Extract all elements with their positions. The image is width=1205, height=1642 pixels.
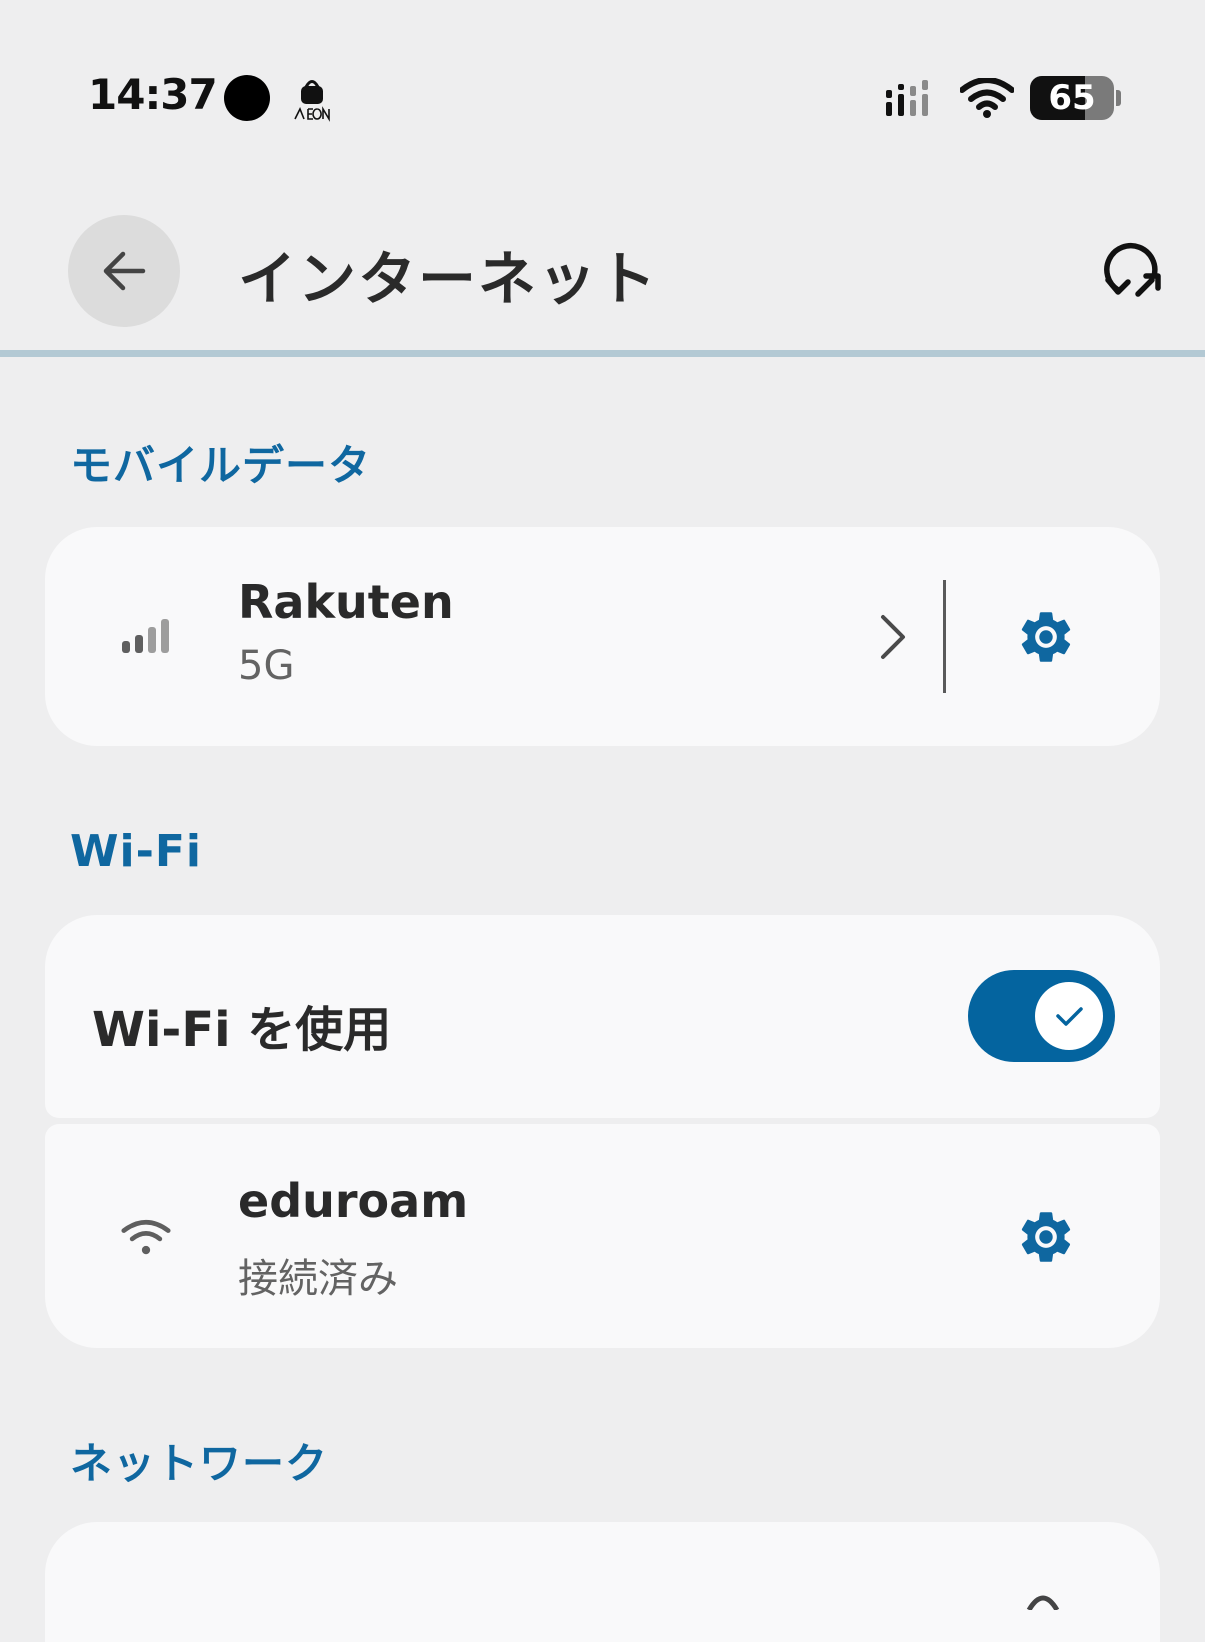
arrow-left-icon — [103, 251, 146, 291]
dual-sim-signal-icon — [886, 80, 928, 116]
network-type: 5G — [238, 643, 295, 689]
network-card[interactable] — [45, 1522, 1160, 1642]
wifi-icon — [960, 78, 1014, 118]
wifi-network-name: eduroam — [238, 1174, 469, 1228]
gear-icon[interactable] — [1015, 606, 1077, 668]
toggle-knob — [1035, 982, 1103, 1050]
wifi-toggle-card[interactable]: Wi-Fi を使用 — [45, 915, 1160, 1118]
wifi-network-card[interactable]: eduroam 接続済み — [45, 1124, 1160, 1348]
aeon-app-icon — [294, 80, 330, 122]
signal-bars-icon — [122, 619, 169, 653]
battery-body: 65 — [1030, 76, 1114, 120]
section-header-mobile-data: モバイルデータ — [70, 441, 372, 490]
page-title: インターネット — [238, 245, 659, 313]
status-bar: 14:37 65 — [0, 0, 1205, 150]
chevron-right-icon[interactable] — [877, 613, 909, 661]
network-reset-icon[interactable] — [1100, 238, 1170, 308]
app-bar-divider — [0, 350, 1205, 357]
app-bar: インターネット — [0, 150, 1205, 355]
check-icon — [1056, 1007, 1083, 1026]
section-header-network: ネットワーク — [70, 1439, 329, 1488]
section-header-wifi: Wi-Fi — [70, 826, 203, 877]
wifi-network-status: 接続済み — [238, 1256, 398, 1302]
mobile-data-card[interactable]: Rakuten 5G — [45, 527, 1160, 746]
status-time: 14:37 — [88, 70, 218, 119]
recording-dot-icon — [224, 75, 270, 121]
wifi-toggle-label: Wi-Fi を使用 — [92, 1002, 392, 1058]
back-button[interactable] — [68, 215, 180, 327]
gear-icon[interactable] — [1015, 1206, 1077, 1268]
vertical-divider — [943, 580, 946, 693]
wifi-toggle[interactable] — [968, 970, 1115, 1062]
network-card-icon — [1026, 1595, 1060, 1610]
battery-tip — [1116, 90, 1121, 106]
wifi-icon — [121, 1219, 171, 1255]
battery-level: 65 — [1048, 78, 1096, 118]
battery-icon: 65 — [1030, 76, 1121, 120]
carrier-name: Rakuten — [238, 575, 454, 629]
